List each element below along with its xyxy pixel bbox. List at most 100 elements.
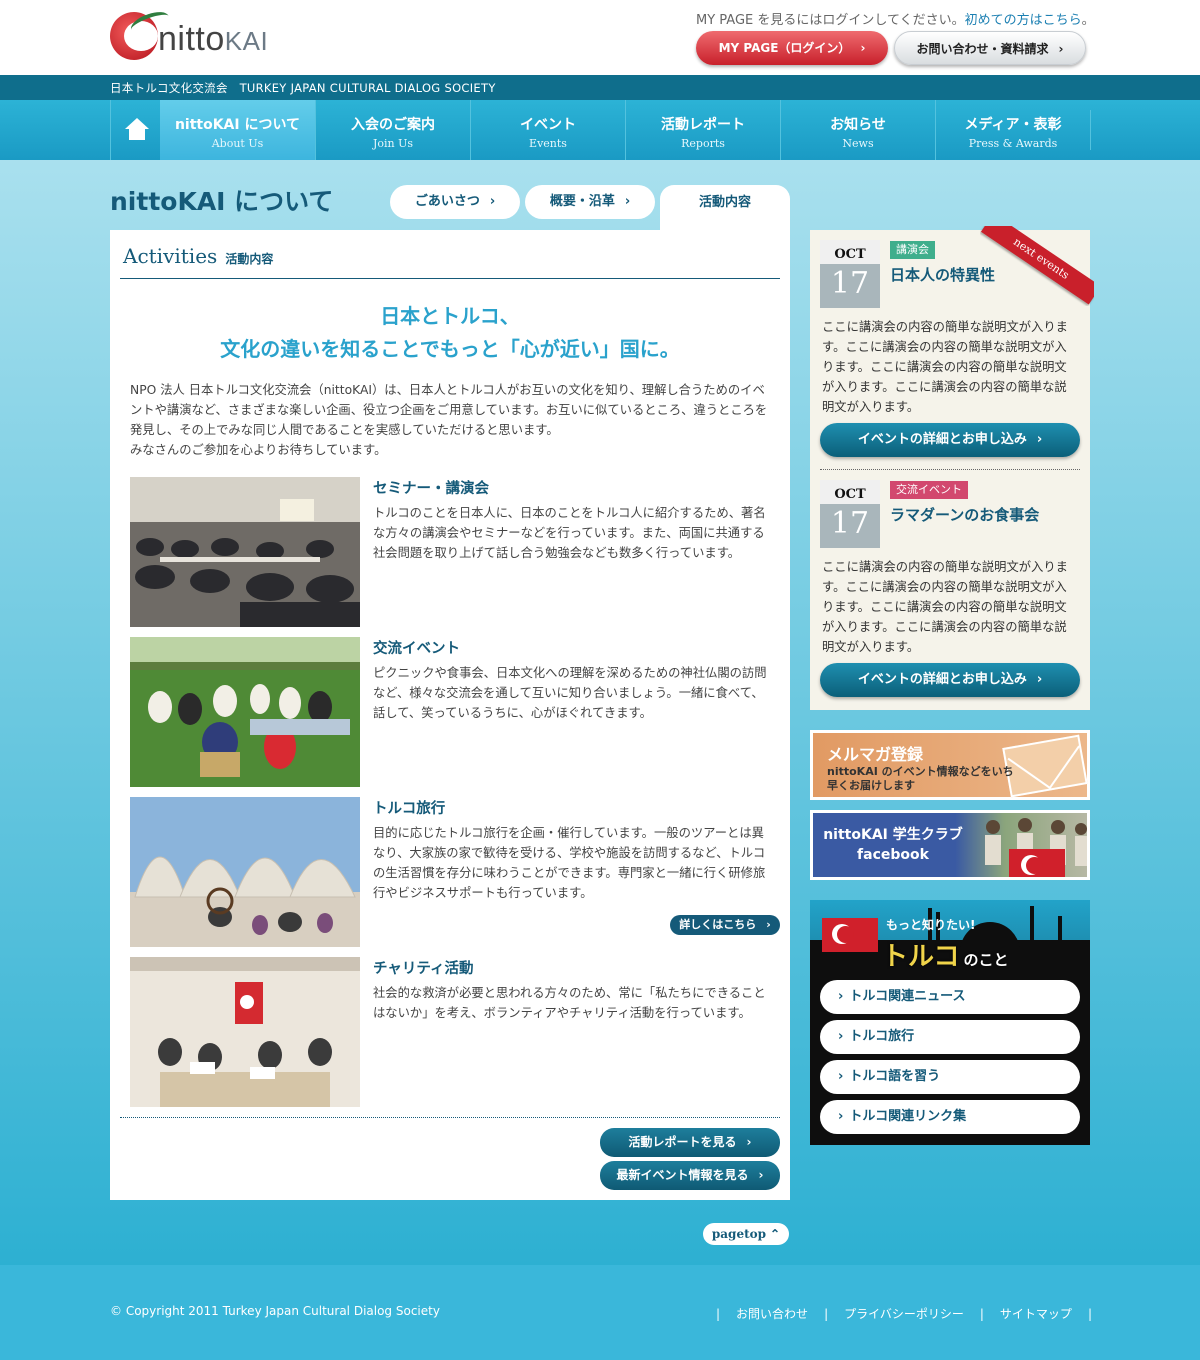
turkey-info-box: もっと知りたい! トルコのこと トルコ関連ニュース トルコ旅行 トルコ語を習う … (810, 900, 1090, 1145)
login-note: MY PAGE を見るにはログインしてください。初めての方はこちら。 (696, 9, 1095, 28)
footer-privacy-link[interactable]: プライバシーポリシー (844, 1305, 964, 1322)
contact-request-button[interactable]: お問い合わせ・資料請求 › (894, 31, 1086, 65)
footer-separator: | (824, 1307, 829, 1321)
turkey-title-suffix: のこと (963, 951, 1009, 969)
facebook-banner-text: nittoKAI 学生クラブ facebook (813, 825, 973, 865)
tab-activities[interactable]: 活動内容 (660, 185, 790, 231)
tab-overview[interactable]: 概要・沿革 › (525, 185, 655, 219)
chevron-right-icon: › (758, 1168, 764, 1182)
tab-greeting[interactable]: ごあいさつ › (390, 185, 520, 219)
latest-events-button[interactable]: 最新イベント情報を見る › (600, 1161, 780, 1190)
divider (120, 1117, 780, 1118)
intro-closing: みなさんのご参加を心よりお待ちしています。 (130, 443, 387, 457)
newsletter-text: nittoKAI のイベント情報などをいち早くお届けします (827, 765, 1014, 792)
activity-text: 目的に応じたトルコ旅行を企画・催行しています。一般のツアーとは異なり、大家族の家… (373, 826, 766, 900)
mypage-login-button[interactable]: MY PAGE（ログイン） › (696, 31, 888, 65)
tagline: 日本トルコ文化交流会 TURKEY JAPAN CULTURAL DIALOG … (110, 81, 496, 95)
event-tag: 講演会 (890, 241, 935, 259)
footer-separator: | (716, 1307, 721, 1321)
nav-about[interactable]: nittoKAI について About Us (160, 100, 315, 160)
main-nav: nittoKAI について About Us 入会のご案内 Join Us イベント… (0, 100, 1200, 160)
chevron-up-icon: ⌃ (770, 1227, 781, 1241)
travel-photo (130, 797, 360, 947)
event-description: ここに講演会の内容の簡単な説明文が入ります。ここに講演会の内容の簡単な説明文が入… (822, 320, 1068, 414)
nav-reports[interactable]: 活動レポート Reports (625, 100, 780, 160)
activity-title: 交流イベント (373, 641, 460, 657)
charity-photo (130, 957, 360, 1107)
lead-line-1: 日本とトルコ、 (380, 304, 520, 328)
activity-text: 社会的な救済が必要と思われる方々のため、常に「私たちにできることはないか」を考え… (373, 986, 766, 1020)
chevron-right-icon: › (1036, 672, 1043, 687)
turkey-subtitle: もっと知りたい! (886, 918, 976, 932)
travel-more-button[interactable]: 詳しくはこちら › (670, 915, 780, 935)
footer-links: | お問い合わせ | プライバシーポリシー | サイトマップ | (700, 1305, 1108, 1322)
chevron-right-icon: › (1036, 432, 1043, 447)
activity-title: トルコ旅行 (373, 801, 446, 817)
home-icon (125, 118, 149, 140)
newsletter-banner[interactable]: メルマガ登録 nittoKAI のイベント情報などをいち早くお届けします (810, 730, 1090, 800)
chevron-right-icon: › (766, 918, 771, 931)
chevron-right-icon: › (624, 194, 631, 209)
turkey-news-link[interactable]: トルコ関連ニュース (820, 980, 1080, 1014)
tagline-bar: 日本トルコ文化交流会 TURKEY JAPAN CULTURAL DIALOG … (0, 75, 1200, 100)
chevron-right-icon: › (746, 1135, 752, 1149)
event-detail-button[interactable]: イベントの詳細とお申し込み › (820, 423, 1080, 457)
footer-contact-link[interactable]: お問い合わせ (736, 1305, 808, 1322)
title-rule (120, 278, 780, 279)
chevron-right-icon: › (860, 41, 866, 55)
activity-text: トルコのことを日本人に、日本のことをトルコ人に紹介するため、著名な方々の講演会や… (373, 506, 766, 560)
seminar-photo (130, 477, 360, 627)
fb-line-1: nittoKAI 学生クラブ (823, 827, 963, 843)
turkey-travel-link[interactable]: トルコ旅行 (820, 1020, 1080, 1054)
nav-join[interactable]: 入会のご案内 Join Us (315, 100, 470, 160)
event-title[interactable]: 日本人の特異性 (890, 264, 995, 285)
section-title: Activities 活動内容 (123, 244, 274, 268)
activity-title: セミナー・講演会 (373, 481, 489, 497)
footer-sitemap-link[interactable]: サイトマップ (1000, 1305, 1072, 1322)
event-detail-button[interactable]: イベントの詳細とお申し込み › (820, 663, 1080, 697)
minaret (1030, 906, 1034, 952)
login-note-end: 。 (1081, 13, 1095, 28)
newsletter-title: メルマガ登録 (827, 745, 924, 764)
chevron-right-icon: › (489, 194, 496, 209)
pagetop-button[interactable]: pagetop ⌃ (703, 1223, 789, 1245)
event-title[interactable]: ラマダーンのお食事会 (890, 504, 1039, 525)
nav-news[interactable]: お知らせ News (780, 100, 935, 160)
nav-press[interactable]: メディア・表彰 Press & Awards (935, 100, 1090, 160)
activity-exchange: 交流イベント ピクニックや食事会、日本文化への理解を深めるための神社仏閣の訪問な… (130, 637, 770, 787)
event-date: OCT 17 (820, 240, 880, 308)
login-note-text: MY PAGE を見るにはログインしてください。 (696, 13, 965, 28)
turkish-language-link[interactable]: トルコ語を習う (820, 1060, 1080, 1094)
section-title-jp: 活動内容 (225, 252, 274, 266)
activity-charity: チャリティ活動 社会的な救済が必要と思われる方々のため、常に「私たちにできること… (130, 957, 770, 1107)
report-button[interactable]: 活動レポートを見る › (600, 1128, 780, 1157)
footer-separator: | (979, 1307, 984, 1321)
nav-divider (1090, 110, 1091, 150)
site-logo[interactable]: nittoKAI (110, 7, 300, 64)
activity-seminar: セミナー・講演会 トルコのことを日本人に、日本のことをトルコ人に紹介するため、著… (130, 477, 770, 627)
first-time-link[interactable]: 初めての方はこちら (965, 13, 1082, 28)
turkey-title: トルコ のこと (882, 942, 1009, 972)
next-events-panel: next events OCT 17 講演会 日本人の特異性 ここに講演会の内容の… (810, 226, 1094, 710)
footer-separator: | (1087, 1307, 1092, 1321)
activity-text: ピクニックや食事会、日本文化への理解を深めるための神社仏閣の訪問など、様々な交流… (373, 666, 767, 720)
fb-line-2: facebook (857, 847, 929, 863)
site-footer: © Copyright 2011 Turkey Japan Cultural D… (0, 1265, 1200, 1360)
activity-title: チャリティ活動 (373, 961, 474, 977)
event-tag: 交流イベント (890, 481, 968, 499)
minaret (1058, 916, 1062, 952)
main-content: Activities 活動内容 日本とトルコ、文化の違いを知ることでもっと「心が近… (110, 230, 790, 1200)
event-date: OCT 17 (820, 480, 880, 548)
nav-events[interactable]: イベント Events (470, 100, 625, 160)
logo-text: nittoKAI (158, 20, 269, 58)
facebook-banner[interactable]: nittoKAI 学生クラブ facebook (810, 810, 1090, 880)
turkish-flag-icon (1009, 849, 1065, 877)
intro-text: NPO 法人 日本トルコ文化交流会（nittoKAI）は、日本人とトルコ人がお互… (130, 380, 770, 460)
intro-paragraph: NPO 法人 日本トルコ文化交流会（nittoKAI）は、日本人とトルコ人がお互… (130, 383, 768, 437)
page-title: nittoKAI について (110, 187, 334, 216)
turkey-links-link[interactable]: トルコ関連リンク集 (820, 1100, 1080, 1134)
site-header: nittoKAI MY PAGE を見るにはログインしてください。初めての方はこ… (0, 0, 1200, 75)
turkish-flag-icon (822, 918, 878, 952)
lead-line-2: 文化の違いを知ることでもっと「心が近い」国に。 (220, 337, 680, 361)
nav-home[interactable] (110, 100, 160, 160)
